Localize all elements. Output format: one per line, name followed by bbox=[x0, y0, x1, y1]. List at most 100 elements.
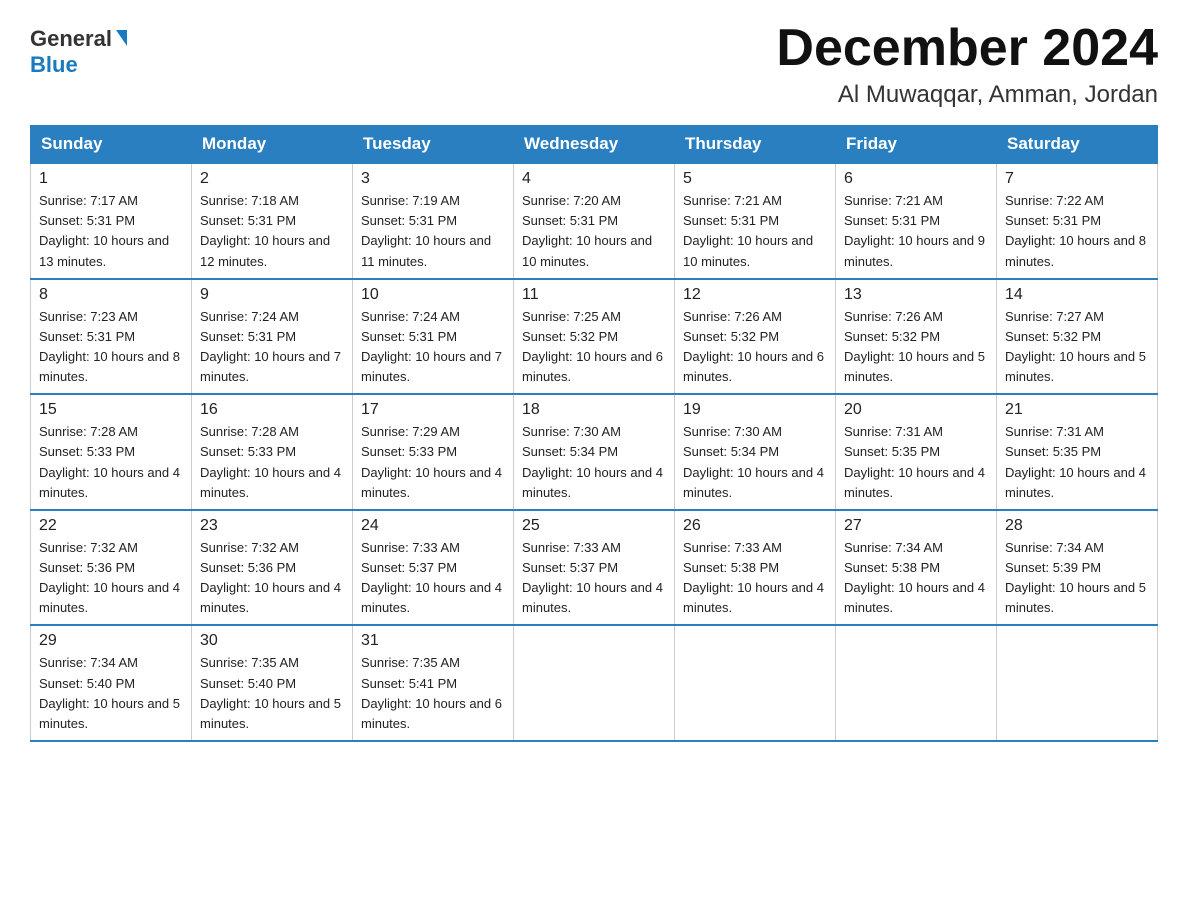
day-info: Sunrise: 7:34 AM Sunset: 5:39 PM Dayligh… bbox=[1005, 538, 1149, 619]
daylight-label: Daylight: 10 hours and 4 minutes. bbox=[683, 580, 824, 615]
sunset-label: Sunset: 5:31 PM bbox=[683, 213, 779, 228]
daylight-label: Daylight: 10 hours and 6 minutes. bbox=[683, 349, 824, 384]
day-info: Sunrise: 7:22 AM Sunset: 5:31 PM Dayligh… bbox=[1005, 191, 1149, 272]
day-info: Sunrise: 7:29 AM Sunset: 5:33 PM Dayligh… bbox=[361, 422, 505, 503]
day-info: Sunrise: 7:32 AM Sunset: 5:36 PM Dayligh… bbox=[200, 538, 344, 619]
day-info: Sunrise: 7:17 AM Sunset: 5:31 PM Dayligh… bbox=[39, 191, 183, 272]
calendar-cell: 10 Sunrise: 7:24 AM Sunset: 5:31 PM Dayl… bbox=[353, 279, 514, 395]
calendar-week-1: 1 Sunrise: 7:17 AM Sunset: 5:31 PM Dayli… bbox=[31, 163, 1158, 279]
sunrise-label: Sunrise: 7:33 AM bbox=[361, 540, 460, 555]
header-sunday: Sunday bbox=[31, 126, 192, 164]
sunrise-label: Sunrise: 7:32 AM bbox=[200, 540, 299, 555]
day-info: Sunrise: 7:32 AM Sunset: 5:36 PM Dayligh… bbox=[39, 538, 183, 619]
calendar-cell: 24 Sunrise: 7:33 AM Sunset: 5:37 PM Dayl… bbox=[353, 510, 514, 626]
day-info: Sunrise: 7:33 AM Sunset: 5:38 PM Dayligh… bbox=[683, 538, 827, 619]
sunset-label: Sunset: 5:31 PM bbox=[844, 213, 940, 228]
sunrise-label: Sunrise: 7:24 AM bbox=[200, 309, 299, 324]
daylight-label: Daylight: 10 hours and 7 minutes. bbox=[361, 349, 502, 384]
day-number: 25 bbox=[522, 517, 666, 535]
daylight-label: Daylight: 10 hours and 13 minutes. bbox=[39, 233, 169, 268]
month-title: December 2024 bbox=[776, 20, 1158, 77]
day-info: Sunrise: 7:24 AM Sunset: 5:31 PM Dayligh… bbox=[361, 307, 505, 388]
daylight-label: Daylight: 10 hours and 5 minutes. bbox=[39, 696, 180, 731]
day-number: 18 bbox=[522, 401, 666, 419]
daylight-label: Daylight: 10 hours and 4 minutes. bbox=[200, 465, 341, 500]
calendar-cell: 7 Sunrise: 7:22 AM Sunset: 5:31 PM Dayli… bbox=[997, 163, 1158, 279]
sunset-label: Sunset: 5:33 PM bbox=[39, 444, 135, 459]
sunset-label: Sunset: 5:37 PM bbox=[361, 560, 457, 575]
calendar-cell: 15 Sunrise: 7:28 AM Sunset: 5:33 PM Dayl… bbox=[31, 394, 192, 510]
logo: General Blue bbox=[30, 26, 127, 78]
daylight-label: Daylight: 10 hours and 5 minutes. bbox=[1005, 349, 1146, 384]
day-info: Sunrise: 7:25 AM Sunset: 5:32 PM Dayligh… bbox=[522, 307, 666, 388]
daylight-label: Daylight: 10 hours and 12 minutes. bbox=[200, 233, 330, 268]
calendar-cell: 4 Sunrise: 7:20 AM Sunset: 5:31 PM Dayli… bbox=[514, 163, 675, 279]
sunset-label: Sunset: 5:34 PM bbox=[522, 444, 618, 459]
calendar-cell bbox=[675, 625, 836, 741]
daylight-label: Daylight: 10 hours and 11 minutes. bbox=[361, 233, 491, 268]
day-info: Sunrise: 7:26 AM Sunset: 5:32 PM Dayligh… bbox=[683, 307, 827, 388]
calendar-cell: 23 Sunrise: 7:32 AM Sunset: 5:36 PM Dayl… bbox=[192, 510, 353, 626]
daylight-label: Daylight: 10 hours and 4 minutes. bbox=[844, 465, 985, 500]
daylight-label: Daylight: 10 hours and 10 minutes. bbox=[522, 233, 652, 268]
day-number: 27 bbox=[844, 517, 988, 535]
sunset-label: Sunset: 5:35 PM bbox=[844, 444, 940, 459]
calendar-cell: 5 Sunrise: 7:21 AM Sunset: 5:31 PM Dayli… bbox=[675, 163, 836, 279]
sunset-label: Sunset: 5:31 PM bbox=[200, 329, 296, 344]
day-info: Sunrise: 7:28 AM Sunset: 5:33 PM Dayligh… bbox=[39, 422, 183, 503]
sunrise-label: Sunrise: 7:27 AM bbox=[1005, 309, 1104, 324]
sunset-label: Sunset: 5:38 PM bbox=[683, 560, 779, 575]
calendar-cell: 11 Sunrise: 7:25 AM Sunset: 5:32 PM Dayl… bbox=[514, 279, 675, 395]
day-info: Sunrise: 7:21 AM Sunset: 5:31 PM Dayligh… bbox=[683, 191, 827, 272]
sunrise-label: Sunrise: 7:31 AM bbox=[844, 424, 943, 439]
sunset-label: Sunset: 5:38 PM bbox=[844, 560, 940, 575]
day-number: 17 bbox=[361, 401, 505, 419]
sunrise-label: Sunrise: 7:19 AM bbox=[361, 193, 460, 208]
sunrise-label: Sunrise: 7:33 AM bbox=[522, 540, 621, 555]
calendar-cell: 26 Sunrise: 7:33 AM Sunset: 5:38 PM Dayl… bbox=[675, 510, 836, 626]
daylight-label: Daylight: 10 hours and 8 minutes. bbox=[39, 349, 180, 384]
day-number: 8 bbox=[39, 286, 183, 304]
day-number: 5 bbox=[683, 170, 827, 188]
day-number: 23 bbox=[200, 517, 344, 535]
header-monday: Monday bbox=[192, 126, 353, 164]
calendar-cell: 18 Sunrise: 7:30 AM Sunset: 5:34 PM Dayl… bbox=[514, 394, 675, 510]
day-number: 9 bbox=[200, 286, 344, 304]
calendar-cell: 1 Sunrise: 7:17 AM Sunset: 5:31 PM Dayli… bbox=[31, 163, 192, 279]
header-friday: Friday bbox=[836, 126, 997, 164]
calendar-week-5: 29 Sunrise: 7:34 AM Sunset: 5:40 PM Dayl… bbox=[31, 625, 1158, 741]
sunset-label: Sunset: 5:31 PM bbox=[39, 329, 135, 344]
calendar-cell: 6 Sunrise: 7:21 AM Sunset: 5:31 PM Dayli… bbox=[836, 163, 997, 279]
day-number: 26 bbox=[683, 517, 827, 535]
day-number: 22 bbox=[39, 517, 183, 535]
calendar-cell: 30 Sunrise: 7:35 AM Sunset: 5:40 PM Dayl… bbox=[192, 625, 353, 741]
header-thursday: Thursday bbox=[675, 126, 836, 164]
day-number: 2 bbox=[200, 170, 344, 188]
day-number: 7 bbox=[1005, 170, 1149, 188]
day-info: Sunrise: 7:33 AM Sunset: 5:37 PM Dayligh… bbox=[522, 538, 666, 619]
day-header-row: Sunday Monday Tuesday Wednesday Thursday… bbox=[31, 126, 1158, 164]
day-number: 14 bbox=[1005, 286, 1149, 304]
calendar-cell: 14 Sunrise: 7:27 AM Sunset: 5:32 PM Dayl… bbox=[997, 279, 1158, 395]
daylight-label: Daylight: 10 hours and 5 minutes. bbox=[200, 696, 341, 731]
daylight-label: Daylight: 10 hours and 7 minutes. bbox=[200, 349, 341, 384]
calendar-cell: 31 Sunrise: 7:35 AM Sunset: 5:41 PM Dayl… bbox=[353, 625, 514, 741]
day-info: Sunrise: 7:34 AM Sunset: 5:38 PM Dayligh… bbox=[844, 538, 988, 619]
sunrise-label: Sunrise: 7:24 AM bbox=[361, 309, 460, 324]
sunset-label: Sunset: 5:32 PM bbox=[522, 329, 618, 344]
sunrise-label: Sunrise: 7:17 AM bbox=[39, 193, 138, 208]
sunset-label: Sunset: 5:31 PM bbox=[522, 213, 618, 228]
calendar-cell: 17 Sunrise: 7:29 AM Sunset: 5:33 PM Dayl… bbox=[353, 394, 514, 510]
location-subtitle: Al Muwaqqar, Amman, Jordan bbox=[776, 81, 1158, 109]
sunset-label: Sunset: 5:32 PM bbox=[844, 329, 940, 344]
calendar-cell: 3 Sunrise: 7:19 AM Sunset: 5:31 PM Dayli… bbox=[353, 163, 514, 279]
calendar-cell: 9 Sunrise: 7:24 AM Sunset: 5:31 PM Dayli… bbox=[192, 279, 353, 395]
daylight-label: Daylight: 10 hours and 5 minutes. bbox=[1005, 580, 1146, 615]
calendar-cell: 2 Sunrise: 7:18 AM Sunset: 5:31 PM Dayli… bbox=[192, 163, 353, 279]
calendar-cell bbox=[836, 625, 997, 741]
day-number: 19 bbox=[683, 401, 827, 419]
sunset-label: Sunset: 5:31 PM bbox=[361, 329, 457, 344]
day-number: 15 bbox=[39, 401, 183, 419]
logo-arrow-icon bbox=[116, 30, 127, 46]
daylight-label: Daylight: 10 hours and 8 minutes. bbox=[1005, 233, 1146, 268]
